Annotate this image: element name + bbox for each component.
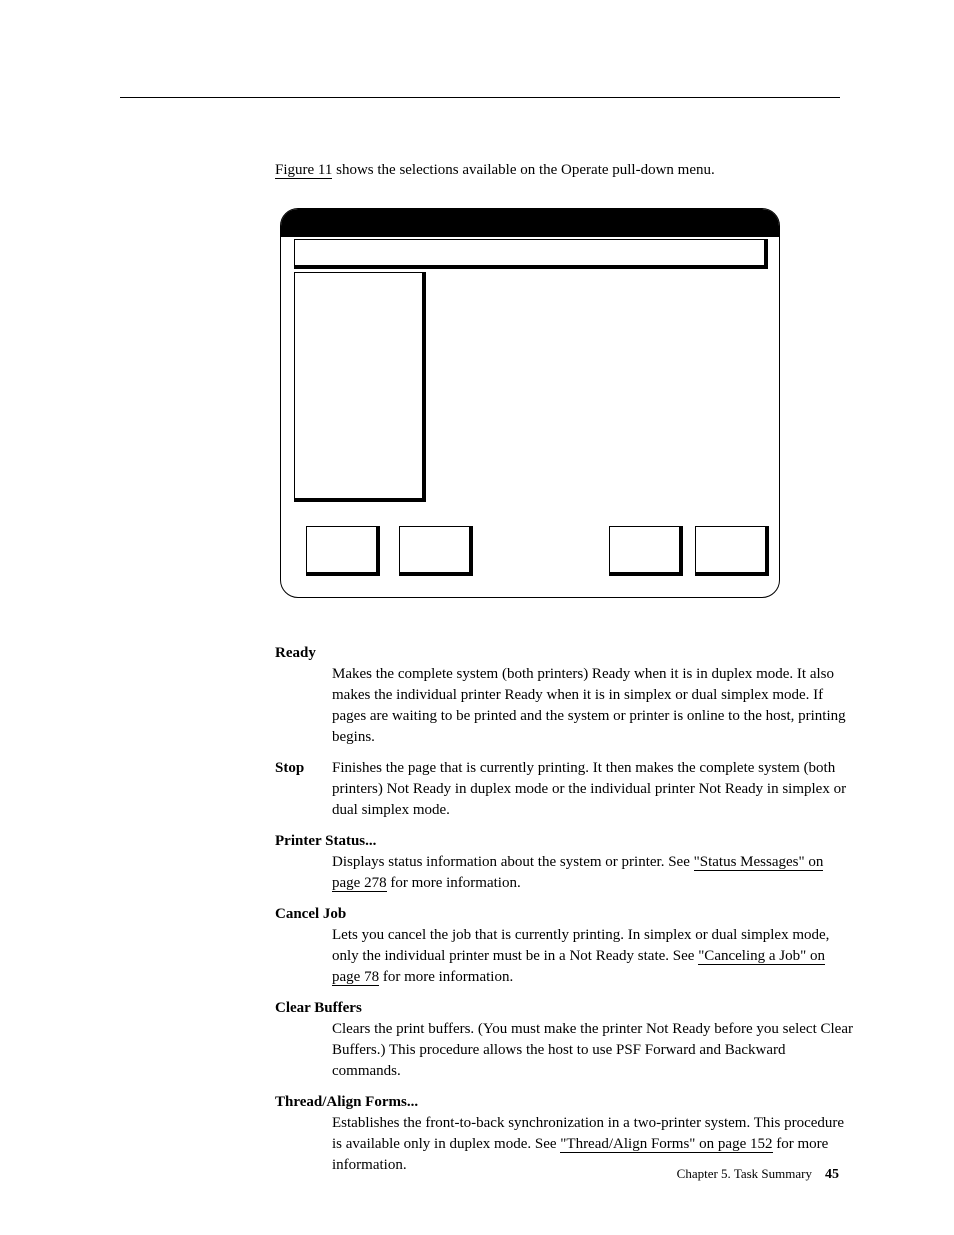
window-button [306,526,380,576]
term-thread-align: Thread/Align Forms... [275,1092,855,1113]
window-titlebar [281,209,779,237]
page-footer: Chapter 5. Task Summary 45 [0,1165,954,1185]
definition-stop: Stop Finishes the page that is currently… [275,758,855,821]
term-printer-status: Printer Status... [275,831,855,852]
definition-printer-status: Printer Status... Displays status inform… [275,831,855,894]
figure-link[interactable]: Figure 11 [275,162,332,179]
definition-clear-buffers: Clear Buffers Clears the print buffers. … [275,998,855,1082]
body-text: for more information. [379,969,513,985]
page-content: Figure 11 shows the selections available… [275,95,855,1186]
body-text: Displays status information about the sy… [332,854,694,870]
body-printer-status: Displays status information about the sy… [332,852,855,894]
window-button [695,526,769,576]
intro-text-body: shows the selections available on the Op… [332,162,714,178]
footer-chapter: Chapter 5. Task Summary [677,1166,812,1181]
dropdown-menu [294,272,426,502]
window-button [399,526,473,576]
thread-align-link[interactable]: "Thread/Align Forms" on page 152 [560,1136,772,1153]
body-ready: Makes the complete system (both printers… [332,664,855,748]
footer-page-number: 45 [825,1167,839,1182]
definition-cancel-job: Cancel Job Lets you cancel the job that … [275,904,855,988]
term-ready: Ready [275,643,855,664]
pulldown-menu-figure [280,208,780,598]
window-frame [280,208,780,598]
body-text: for more information. [387,875,521,891]
menu-bar [294,239,768,269]
body-stop: Finishes the page that is currently prin… [332,758,855,821]
definition-thread-align: Thread/Align Forms... Establishes the fr… [275,1092,855,1176]
term-stop: Stop [275,758,332,821]
term-cancel-job: Cancel Job [275,904,855,925]
window-button [609,526,683,576]
definition-ready: Ready Makes the complete system (both pr… [275,643,855,748]
intro-paragraph: Figure 11 shows the selections available… [275,160,855,181]
body-cancel-job: Lets you cancel the job that is currentl… [332,925,855,988]
body-clear-buffers: Clears the print buffers. (You must make… [332,1019,855,1082]
term-clear-buffers: Clear Buffers [275,998,855,1019]
